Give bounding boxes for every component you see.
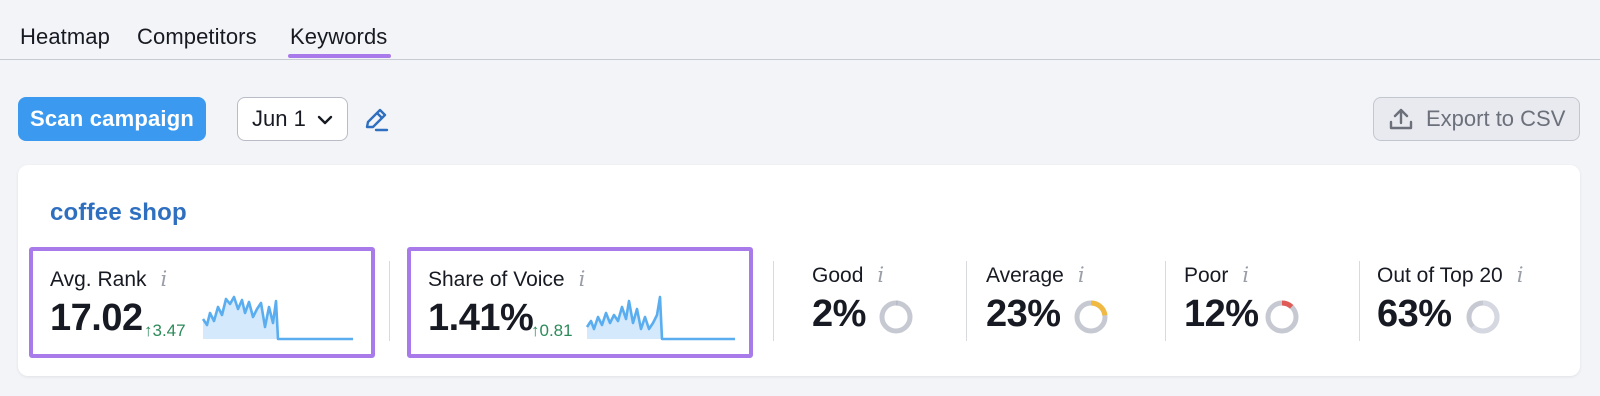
metric-value: 17.02 <box>50 297 143 339</box>
keyword-title[interactable]: coffee shop <box>50 199 187 227</box>
edit-pencil-icon[interactable] <box>362 105 390 133</box>
metric-value: 12% <box>1184 293 1259 335</box>
metric-poor: Poor i 12% <box>1184 247 1334 358</box>
tab-competitors[interactable]: Competitors <box>137 24 257 50</box>
tab-bar: Heatmap Competitors Keywords <box>0 0 1600 60</box>
donut-track <box>1265 300 1299 334</box>
tab-heatmap[interactable]: Heatmap <box>20 24 110 50</box>
share-of-voice-sparkline <box>585 295 735 341</box>
metric-value: 63% <box>1377 293 1452 335</box>
scan-campaign-button[interactable]: Scan campaign <box>18 97 206 141</box>
metric-value: 2% <box>812 293 866 335</box>
export-csv-label: Export to CSV <box>1426 106 1566 131</box>
info-icon[interactable]: i <box>1078 263 1085 287</box>
metric-label: Good i <box>812 263 885 287</box>
out-of-top-20-donut-chart <box>1466 300 1500 334</box>
metric-avg-rank: Avg. Rank i 17.02 ↑3.47 <box>29 247 375 358</box>
upload-icon <box>1389 108 1413 130</box>
metric-out-of-top-20: Out of Top 20 i 63% <box>1377 247 1577 358</box>
divider <box>1359 261 1360 341</box>
metric-delta: ↑3.47 <box>144 321 186 340</box>
info-icon[interactable]: i <box>877 263 884 287</box>
average-donut-chart <box>1074 300 1108 334</box>
divider <box>773 261 774 341</box>
divider <box>966 261 967 341</box>
metric-label: Average i <box>986 263 1085 287</box>
metric-value: 23% <box>986 293 1061 335</box>
metric-value: 1.41% <box>428 297 534 339</box>
tab-keywords[interactable]: Keywords <box>287 24 392 58</box>
keyword-summary-card: coffee shop Avg. Rank i 17.02 ↑3.47 Share… <box>18 165 1580 376</box>
donut-track <box>879 300 913 334</box>
info-icon[interactable]: i <box>1242 263 1249 287</box>
good-donut-chart <box>879 300 913 334</box>
metric-label: Out of Top 20 i <box>1377 263 1524 287</box>
divider <box>1165 261 1166 341</box>
date-select-value: Jun 1 <box>252 106 306 131</box>
metric-label: Avg. Rank i <box>50 267 168 291</box>
metric-average: Average i 23% <box>986 247 1146 358</box>
metric-delta: ↑0.81 <box>531 321 573 340</box>
chevron-down-icon <box>317 115 333 125</box>
poor-donut-chart <box>1265 300 1299 334</box>
avg-rank-sparkline <box>201 295 353 341</box>
metric-label: Share of Voice i <box>428 267 586 291</box>
metric-good: Good i 2% <box>792 247 942 358</box>
info-icon[interactable]: i <box>1517 263 1524 287</box>
divider <box>389 261 390 341</box>
info-icon[interactable]: i <box>579 267 586 291</box>
export-csv-button[interactable]: Export to CSV <box>1373 97 1580 141</box>
date-select[interactable]: Jun 1 <box>237 97 348 141</box>
info-icon[interactable]: i <box>161 267 168 291</box>
metric-label: Poor i <box>1184 263 1250 287</box>
metric-share-of-voice: Share of Voice i 1.41% ↑0.81 <box>407 247 753 358</box>
